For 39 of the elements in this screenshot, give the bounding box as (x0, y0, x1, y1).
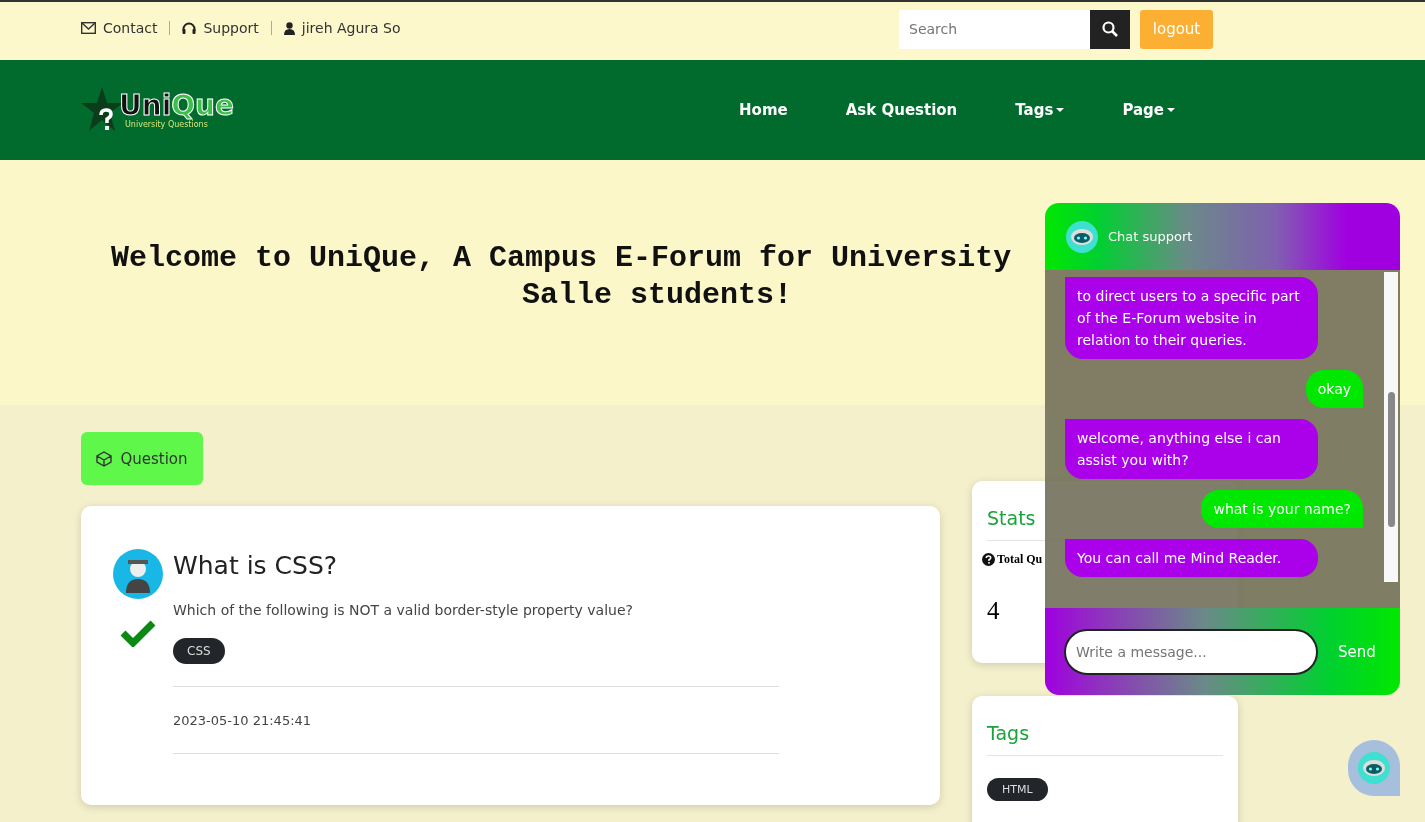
question-icon (982, 553, 995, 566)
chat-title: Chat support (1108, 229, 1193, 244)
avatar (112, 549, 163, 599)
tag[interactable]: CSS (173, 638, 225, 664)
question-date: 2023-05-10 21:45:41 (173, 687, 779, 754)
chat-message: welcome, anything else i can assist you with? (1065, 419, 1318, 479)
robot-icon (1357, 751, 1391, 785)
hero-heading: Salle students! (522, 277, 793, 314)
chat-message: to direct users to a specific part of the E-Forum website in relation to their queries. (1065, 277, 1318, 359)
top-link[interactable]: Support (182, 20, 259, 36)
hero-heading: Welcome to UniQue, A Campus E-Forum for University (111, 240, 1013, 277)
question-text: Which of the following is NOT a valid border-style property value? (173, 602, 634, 618)
mail-icon (81, 22, 96, 34)
stat-label: Total Qu (997, 552, 1043, 567)
search-icon (1102, 21, 1118, 37)
top-link[interactable]: jireh Agura So (283, 20, 401, 36)
chat-message: what is your name? (1201, 490, 1363, 528)
chat-launcher-button[interactable] (1348, 740, 1400, 796)
top-link[interactable]: Contact (81, 20, 158, 36)
stat-value: 4 (987, 597, 1001, 625)
question-title[interactable]: What is CSS? (173, 551, 779, 580)
headset-icon (182, 21, 197, 35)
logo[interactable]: UniQue University Questions (81, 85, 234, 135)
scrollbar[interactable] (1384, 272, 1398, 582)
cube-icon (96, 450, 113, 467)
nav-link[interactable]: Tags (1015, 101, 1065, 119)
search-field[interactable]: Search (899, 9, 1090, 49)
nav-link[interactable]: Page (1122, 101, 1175, 119)
tag[interactable]: HTML (987, 778, 1048, 801)
nav-link[interactable]: Ask Question (845, 101, 958, 119)
chat-message: okay (1305, 370, 1363, 408)
robot-icon (1065, 219, 1099, 254)
message-field[interactable]: Write a message... (1064, 628, 1318, 675)
user-icon (283, 21, 295, 35)
search-button[interactable] (1090, 9, 1130, 49)
card-title: Tags (987, 722, 1223, 756)
nav-link[interactable]: Home (739, 101, 788, 119)
chat-message: You can call me Mind Reader. (1065, 539, 1318, 577)
question-button[interactable]: Question (81, 432, 203, 485)
